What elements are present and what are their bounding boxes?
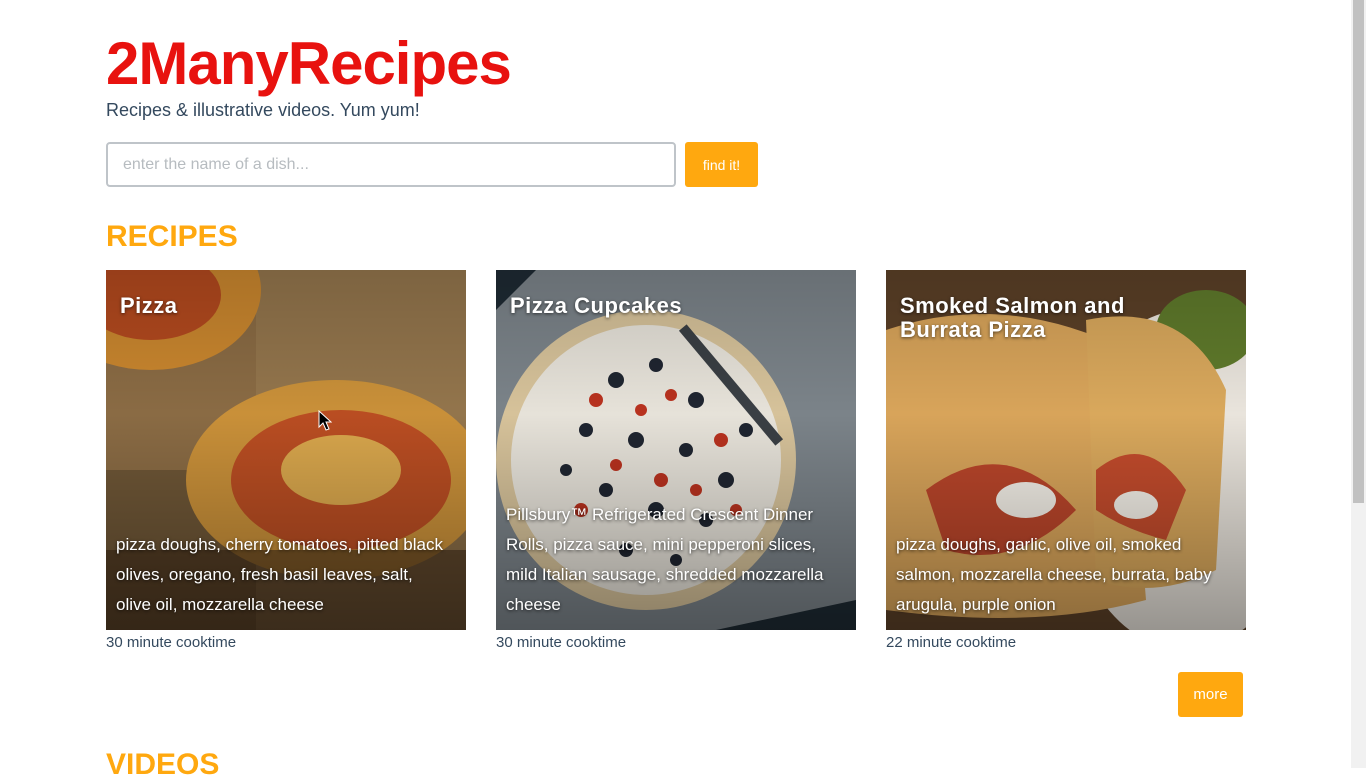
recipe-title[interactable]: Smoked Salmon and Burrata Pizza [900,294,1200,342]
recipes-section-title: RECIPES [106,220,238,253]
recipe-cooktime: 30 minute cooktime [106,634,237,651]
recipe-title[interactable]: Pizza Cupcakes [510,294,810,318]
recipe-card-pizza[interactable]: Pizza pizza doughs, cherry tomatoes, pit… [106,270,466,630]
site-tagline: Recipes & illustrative videos. Yum yum! [106,100,420,120]
recipe-ingredients: Pillsbury™ Refrigerated Crescent Dinner … [506,505,824,614]
page-scrollbar[interactable] [1351,0,1366,768]
scrollbar-thumb[interactable] [1353,0,1364,503]
recipe-card-smoked-salmon-burrata-pizza[interactable]: Smoked Salmon and Burrata Pizza pizza do… [886,270,1246,630]
recipe-cooktime: 22 minute cooktime [886,634,1017,651]
recipe-ingredients: pizza doughs, cherry tomatoes, pitted bl… [116,535,443,614]
dish-search-input[interactable] [106,142,676,187]
recipe-card-pizza-cupcakes[interactable]: Pizza Cupcakes Pillsbury™ Refrigerated C… [496,270,856,630]
videos-section-title: VIDEOS [106,748,220,781]
recipe-ingredients: pizza doughs, garlic, olive oil, smoked … [896,535,1212,614]
recipe-title[interactable]: Pizza [120,294,420,318]
site-logo-title[interactable]: 2ManyRecipes [106,28,512,100]
mouse-pointer-icon [318,410,332,431]
find-it-button[interactable]: find it! [685,142,758,187]
more-recipes-button[interactable]: more [1178,672,1243,717]
recipe-cooktime: 30 minute cooktime [496,634,627,651]
